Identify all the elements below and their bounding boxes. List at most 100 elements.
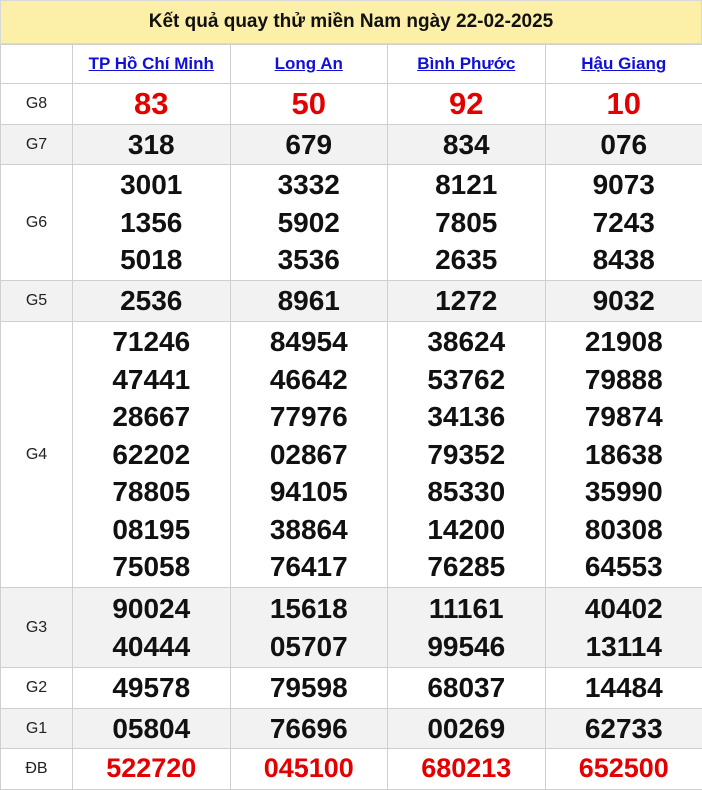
prize-number: 318 [127,128,175,160]
prize-number: 15618 [269,593,348,624]
prize-number: 35990 [584,476,663,508]
prize-number: 94105 [269,476,348,508]
prize-cell: 71246 47441 28667 62202 78805 08195 75058 [72,321,231,588]
prize-number: 1272 [435,285,498,317]
prize-number: 40444 [112,630,191,662]
prize-number: 5018 [120,244,183,276]
prize-row-g7: G7 318 679 834 076 [0,124,702,165]
prize-number: 08195 [112,513,191,545]
prize-cell: 652500 [544,748,702,790]
prize-number: 045100 [263,753,354,784]
prize-number: 62733 [584,712,663,744]
prize-number: 21908 [584,326,663,358]
prize-cell: 90024 40444 [72,587,231,668]
prize-number: 18638 [584,438,663,470]
prize-cell: 8121 7805 2635 [387,164,546,281]
province-link-binh-phuoc[interactable]: Bình Phước [417,54,515,73]
province-header-cell: Bình Phước [387,44,546,84]
prize-row-db: ĐB 522720 045100 680213 652500 [0,748,702,790]
prize-label: G8 [0,83,73,125]
prize-cell: 38624 53762 34136 79352 85330 14200 76285 [387,321,546,588]
prize-number: 84954 [269,326,348,358]
prize-number: 02867 [269,438,348,470]
prize-number: 10 [606,86,641,121]
prize-cell: 3001 1356 5018 [72,164,231,281]
prize-cell: 92 [387,83,546,125]
page-title: Kết quả quay thử miền Nam ngày 22-02-202… [0,0,702,44]
prize-cell: 49578 [72,667,231,709]
prize-cell: 05804 [72,708,231,749]
prize-label: ĐB [0,748,73,790]
prize-number: 83 [134,86,169,121]
prize-number: 76696 [269,712,348,744]
prize-cell: 76696 [229,708,388,749]
prize-label: G5 [0,280,73,322]
prize-number: 2635 [435,244,498,276]
prize-number: 85330 [427,476,506,508]
province-header-cell: Hậu Giang [544,44,702,84]
prize-cell: 84954 46642 77976 02867 94105 38864 76417 [229,321,388,588]
prize-number: 76417 [269,551,348,583]
prize-row-g8: G8 83 50 92 10 [0,83,702,125]
prize-cell: 00269 [387,708,546,749]
prize-number: 53762 [427,363,506,395]
prize-number: 8961 [277,285,340,317]
prize-number: 2536 [120,285,183,317]
prize-number: 76285 [427,551,506,583]
prize-row-g3: G3 90024 40444 15618 05707 11161 99546 40402 131… [0,587,702,668]
prize-number: 8438 [592,244,655,276]
prize-number: 79874 [584,401,663,433]
prize-cell: 522720 [72,748,231,790]
prize-cell: 9032 [544,280,702,322]
prize-row-g4: G4 71246 47441 28667 62202 78805 08195 75058 849… [0,321,702,588]
prize-cell: 10 [544,83,702,125]
prize-cell: 83 [72,83,231,125]
prize-cell: 15618 05707 [229,587,388,668]
prize-number: 90024 [112,593,191,624]
prize-number: 076 [600,128,648,160]
lottery-results-page: Kết quả quay thử miền Nam ngày 22-02-202… [0,0,702,790]
prize-number: 680213 [421,753,512,784]
prize-number: 28667 [112,401,191,433]
province-link-hcm[interactable]: TP Hồ Chí Minh [89,54,214,73]
prize-number: 38864 [269,513,348,545]
prize-number: 14484 [584,672,663,704]
prize-number: 9073 [592,169,655,201]
prize-cell: 045100 [229,748,388,790]
prize-number: 47441 [112,363,191,395]
prize-cell: 318 [72,124,231,165]
prize-row-g6: G6 3001 1356 5018 3332 5902 3536 8121 7805 2635 90… [0,164,702,281]
prize-number: 05707 [269,630,348,662]
prize-number: 679 [285,128,333,160]
prize-number: 5902 [277,206,340,238]
prize-cell: 1272 [387,280,546,322]
prize-cell: 21908 79888 79874 18638 35990 80308 64553 [544,321,702,588]
prize-number: 3536 [277,244,340,276]
prize-label: G3 [0,587,73,668]
results-table: TP Hồ Chí Minh Long An Bình Phước Hậu Gi… [0,44,702,790]
prize-number: 92 [449,86,484,121]
prize-number: 77976 [269,401,348,433]
prize-number: 3332 [277,169,340,201]
prize-cell: 9073 7243 8438 [544,164,702,281]
prize-number: 62202 [112,438,191,470]
prize-row-g1: G1 05804 76696 00269 62733 [0,708,702,749]
prize-label: G4 [0,321,73,588]
prize-number: 7805 [435,206,498,238]
province-link-hau-giang[interactable]: Hậu Giang [581,54,666,73]
province-header-cell: TP Hồ Chí Minh [72,44,231,84]
prize-cell: 680213 [387,748,546,790]
prize-number: 68037 [427,672,506,704]
prize-cell: 62733 [544,708,702,749]
prize-cell: 8961 [229,280,388,322]
prize-cell: 3332 5902 3536 [229,164,388,281]
province-link-long-an[interactable]: Long An [275,54,343,73]
prize-number: 80308 [584,513,663,545]
prize-label: G1 [0,708,73,749]
prize-number: 652500 [578,753,669,784]
prize-number: 834 [442,128,490,160]
prize-number: 75058 [112,551,191,583]
prize-number: 13114 [585,630,662,662]
prize-cell: 11161 99546 [387,587,546,668]
prize-cell: 076 [544,124,702,165]
